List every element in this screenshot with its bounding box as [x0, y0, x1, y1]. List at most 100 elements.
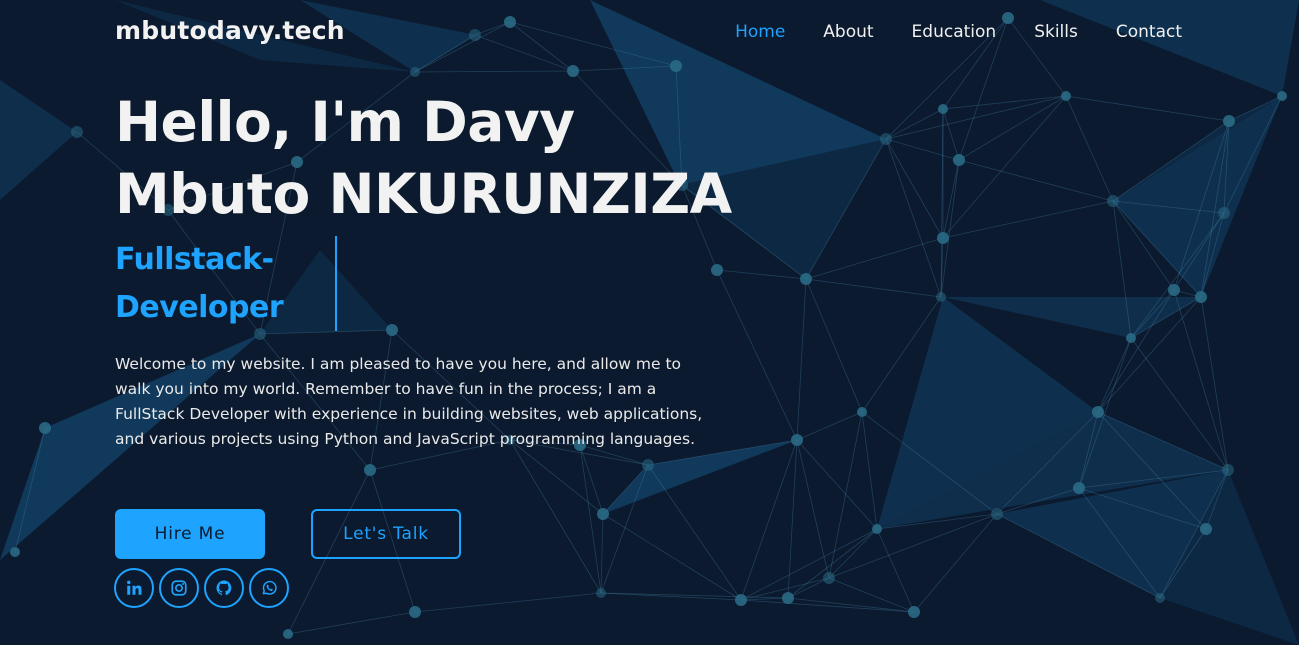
bg-node — [409, 606, 421, 618]
bg-link-line — [1173, 289, 1229, 471]
bg-polygon — [1113, 96, 1282, 297]
social-links — [114, 568, 289, 608]
nav-item-home[interactable]: Home — [735, 22, 785, 42]
site-logo[interactable]: mbutodavy.tech — [115, 16, 345, 45]
bg-link-line — [885, 138, 942, 298]
bg-node — [364, 464, 376, 476]
bg-link-line — [885, 138, 960, 161]
role-typewriter: Fullstack-Developer — [115, 236, 345, 332]
bg-node — [39, 422, 51, 434]
hero-heading-line1: Hello, I'm Davy — [115, 90, 575, 154]
linkedin-link[interactable] — [114, 568, 154, 608]
nav-item-contact[interactable]: Contact — [1116, 22, 1182, 42]
bg-link-line — [740, 439, 798, 601]
bg-link-line — [861, 411, 878, 530]
bg-link-line — [602, 513, 742, 601]
bg-node — [1061, 91, 1071, 101]
bg-node — [1200, 523, 1212, 535]
bg-node — [10, 547, 20, 557]
github-icon — [216, 580, 232, 596]
bg-node — [1092, 406, 1104, 418]
bg-polygon — [0, 80, 77, 200]
bg-node — [937, 232, 949, 244]
hire-me-button[interactable]: Hire Me — [115, 509, 265, 559]
bg-link-line — [796, 278, 807, 441]
bg-link-line — [796, 439, 878, 530]
whatsapp-link[interactable] — [249, 568, 289, 608]
bg-link-line — [885, 95, 1067, 140]
bg-link-line — [942, 95, 1067, 239]
bg-link-line — [942, 200, 1114, 239]
bg-node — [1222, 464, 1234, 476]
bg-node — [283, 629, 293, 639]
bg-node — [597, 508, 609, 520]
bg-node — [938, 104, 948, 114]
nav-item-about[interactable]: About — [823, 22, 873, 42]
bg-link-line — [805, 278, 863, 413]
bg-node — [642, 459, 654, 471]
bg-node — [880, 133, 892, 145]
bg-node — [1155, 593, 1165, 603]
bg-node — [857, 407, 867, 417]
intro-paragraph: Welcome to my website. I am pleased to h… — [115, 355, 703, 448]
bg-link-line — [805, 237, 944, 280]
instagram-icon — [171, 580, 187, 596]
bg-node — [1223, 115, 1235, 127]
bg-link-line — [958, 159, 1114, 202]
nav-item-education[interactable]: Education — [912, 22, 997, 42]
bg-link-line — [647, 464, 742, 601]
github-link[interactable] — [204, 568, 244, 608]
bg-node — [1126, 333, 1136, 343]
bg-node — [567, 65, 579, 77]
bg-link-line — [787, 577, 830, 599]
bg-node — [791, 434, 803, 446]
bg-node — [991, 508, 1003, 520]
bg-link-line — [787, 528, 878, 599]
bg-link-line — [828, 528, 878, 579]
bg-link-line — [940, 159, 960, 298]
cta-buttons: Hire Me Let's Talk — [115, 509, 461, 559]
bg-node — [953, 154, 965, 166]
bg-node — [872, 524, 882, 534]
bg-link-line — [414, 592, 602, 613]
bg-node — [596, 588, 606, 598]
nav-menu: Home About Education Skills Contact — [735, 22, 1182, 42]
bg-node — [782, 592, 794, 604]
bg-node — [1195, 291, 1207, 303]
hero-heading-line2: Mbuto NKURUNZIZA — [115, 162, 732, 226]
lets-talk-button[interactable]: Let's Talk — [311, 509, 461, 559]
bg-link-line — [885, 138, 944, 239]
bg-node — [908, 606, 920, 618]
role-text: Fullstack-Developer — [115, 242, 284, 325]
bg-link-line — [287, 611, 416, 635]
bg-node — [1073, 482, 1085, 494]
linkedin-icon — [127, 580, 142, 595]
bg-link-line — [828, 513, 998, 579]
bg-link-line — [579, 444, 602, 594]
bg-link-line — [414, 70, 574, 73]
bg-link-line — [942, 159, 960, 239]
bg-link-line — [1097, 337, 1132, 413]
bg-link-line — [796, 411, 863, 441]
bg-link-line — [579, 444, 604, 515]
bg-node — [936, 292, 946, 302]
bg-node — [800, 273, 812, 285]
bg-node — [823, 572, 835, 584]
instagram-link[interactable] — [159, 568, 199, 608]
bg-link-line — [796, 439, 830, 579]
nav-item-skills[interactable]: Skills — [1034, 22, 1078, 42]
bg-node — [1168, 284, 1180, 296]
whatsapp-icon — [262, 580, 277, 595]
bg-node — [1218, 207, 1230, 219]
bg-node — [410, 67, 420, 77]
bg-link-line — [942, 108, 960, 161]
bg-link-line — [913, 513, 998, 613]
hero-section: Hello, I'm Davy Mbuto NKURUNZIZA Fullsta… — [115, 86, 735, 452]
bg-link-line — [787, 439, 798, 599]
bg-node — [1107, 195, 1119, 207]
bg-link-line — [1065, 95, 1114, 202]
bg-link-line — [1065, 95, 1230, 122]
bg-link-line — [600, 513, 604, 594]
bg-node — [71, 126, 83, 138]
bg-link-line — [1200, 296, 1229, 471]
